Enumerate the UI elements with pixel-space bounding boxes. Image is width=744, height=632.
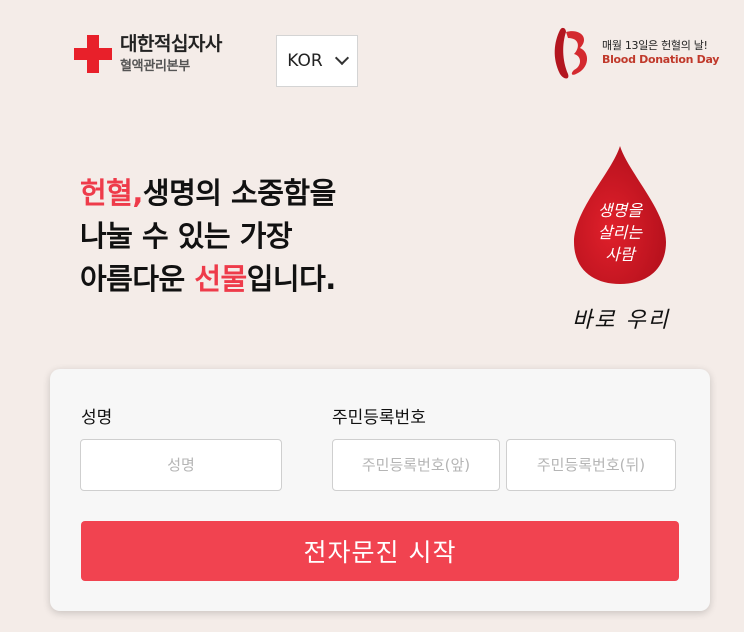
headline-line1-rest: 생명의 소중함을 <box>142 176 336 210</box>
headline-accent-1: 헌혈, <box>80 176 143 210</box>
headline-line3-pre: 아름다운 <box>80 262 195 296</box>
logo-text: 대한적십자사 혈액관리본부 <box>120 33 222 74</box>
headline-accent-2: 선물 <box>194 262 247 296</box>
org-sub: 혈액관리본부 <box>120 59 190 74</box>
slogan: 바로 우리 <box>572 308 670 333</box>
blood-donation-day-logo-icon <box>554 27 588 79</box>
login-form-card: 성명 주민등록번호 전자문진 시작 <box>50 369 710 611</box>
rrn-back-input[interactable] <box>506 439 676 491</box>
chevron-down-icon <box>334 50 349 66</box>
rrn-label: 주민등록번호 <box>332 408 426 428</box>
headline-line3: 아름다운 선물입니다. <box>80 258 336 301</box>
hero-headline: 헌혈,생명의 소중함을 나눌 수 있는 가장 아름다운 선물입니다. <box>80 172 336 301</box>
org-name: 대한적십자사 <box>120 33 222 55</box>
drop-line2: 살리는 <box>597 223 643 242</box>
headline-line3-post: 입니다. <box>246 262 337 296</box>
red-cross-logo[interactable]: 대한적십자사 혈액관리본부 <box>74 35 222 73</box>
name-label: 성명 <box>81 408 113 428</box>
language-value: KOR <box>287 51 323 71</box>
blood-donation-day-banner: 매월 13일은 헌혈의 날! Blood Donation Day <box>546 24 719 82</box>
drop-line1: 생명을 <box>597 201 643 220</box>
rrn-front-input[interactable] <box>332 439 500 491</box>
start-questionnaire-button[interactable]: 전자문진 시작 <box>81 521 679 581</box>
drop-line3: 사람 <box>605 245 635 264</box>
language-select[interactable]: KOR <box>276 35 358 87</box>
headline-line1: 헌혈,생명의 소중함을 <box>80 172 336 215</box>
drop-text: 생명을 살리는 사람 <box>560 200 680 266</box>
red-cross-icon <box>74 35 112 73</box>
campaign-line2: Blood Donation Day <box>602 53 720 66</box>
name-input[interactable] <box>80 439 282 491</box>
headline-line2: 나눌 수 있는 가장 <box>80 219 293 253</box>
campaign-line1: 매월 13일은 헌혈의 날! <box>602 39 708 53</box>
